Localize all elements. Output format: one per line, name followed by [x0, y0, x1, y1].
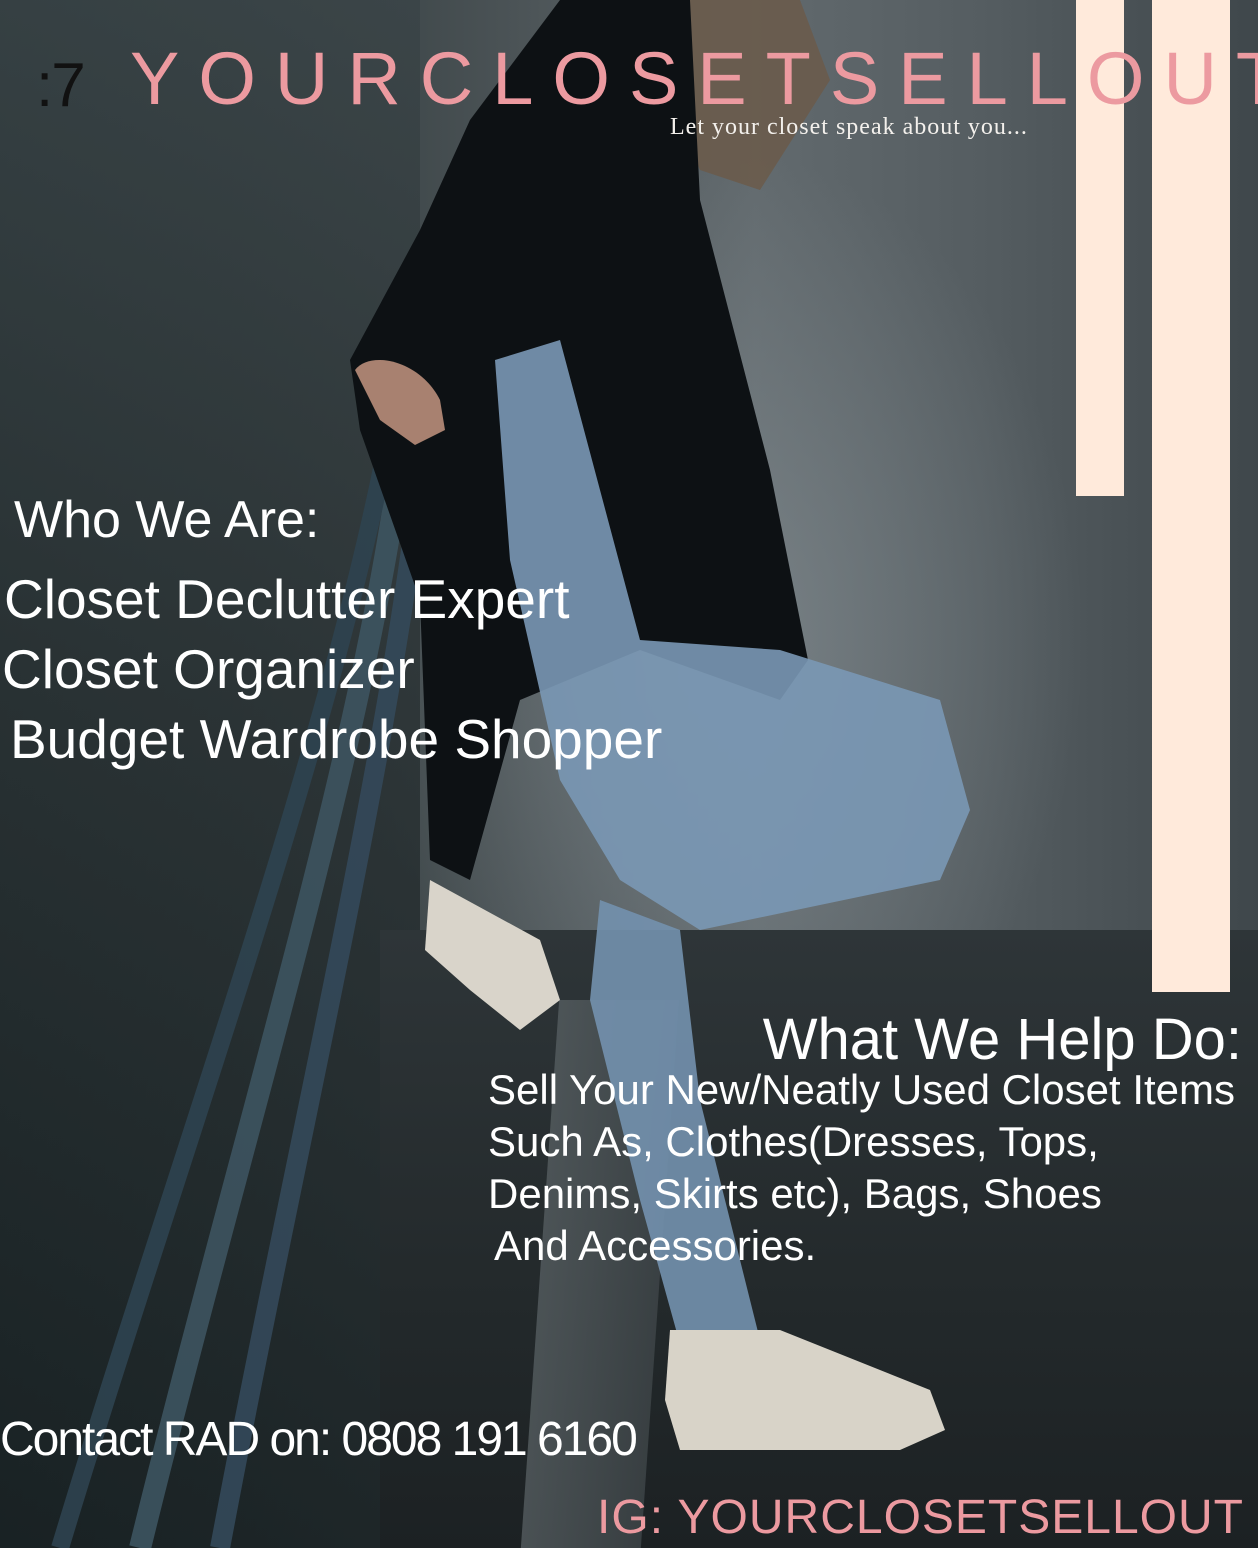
- tagline: Let your closet speak about you...: [670, 114, 1028, 140]
- who-we-are-heading: Who We Are:: [14, 491, 320, 549]
- woman-figure-illustration: [51, 0, 970, 1548]
- what-we-help-do-heading: What We Help Do:: [762, 1007, 1242, 1072]
- logo-mark: :7: [36, 51, 86, 120]
- poster: :7 YOURCLOSETSELLOUT Let your closet spe…: [0, 0, 1258, 1548]
- what-we-help-do-body: Sell Your New/Neatly Used Closet Items S…: [488, 1064, 1258, 1272]
- help-line: Sell Your New/Neatly Used Closet Items: [488, 1066, 1235, 1113]
- shoe-upper: [425, 880, 560, 1030]
- who-item: Budget Wardrobe Shopper: [10, 708, 663, 770]
- instagram-handle: IG: YOURCLOSETSELLOUT: [597, 1491, 1244, 1544]
- shoe-lower: [665, 1330, 945, 1450]
- help-line: Denims, Skirts etc), Bags, Shoes: [488, 1170, 1102, 1217]
- contact-info: Contact RAD on: 0808 191 6160: [0, 1413, 638, 1466]
- railing-cables: [51, 378, 440, 1548]
- who-item: Closet Declutter Expert: [4, 568, 570, 630]
- decorative-stripe-long: [1152, 0, 1230, 992]
- who-item: Closet Organizer: [2, 638, 415, 700]
- help-line: And Accessories.: [494, 1222, 817, 1269]
- brand-title: YOURCLOSETSELLOUT: [130, 37, 1258, 120]
- who-we-are-list: Closet Declutter Expert Closet Organizer…: [2, 564, 662, 774]
- help-line: Such As, Clothes(Dresses, Tops,: [488, 1118, 1099, 1165]
